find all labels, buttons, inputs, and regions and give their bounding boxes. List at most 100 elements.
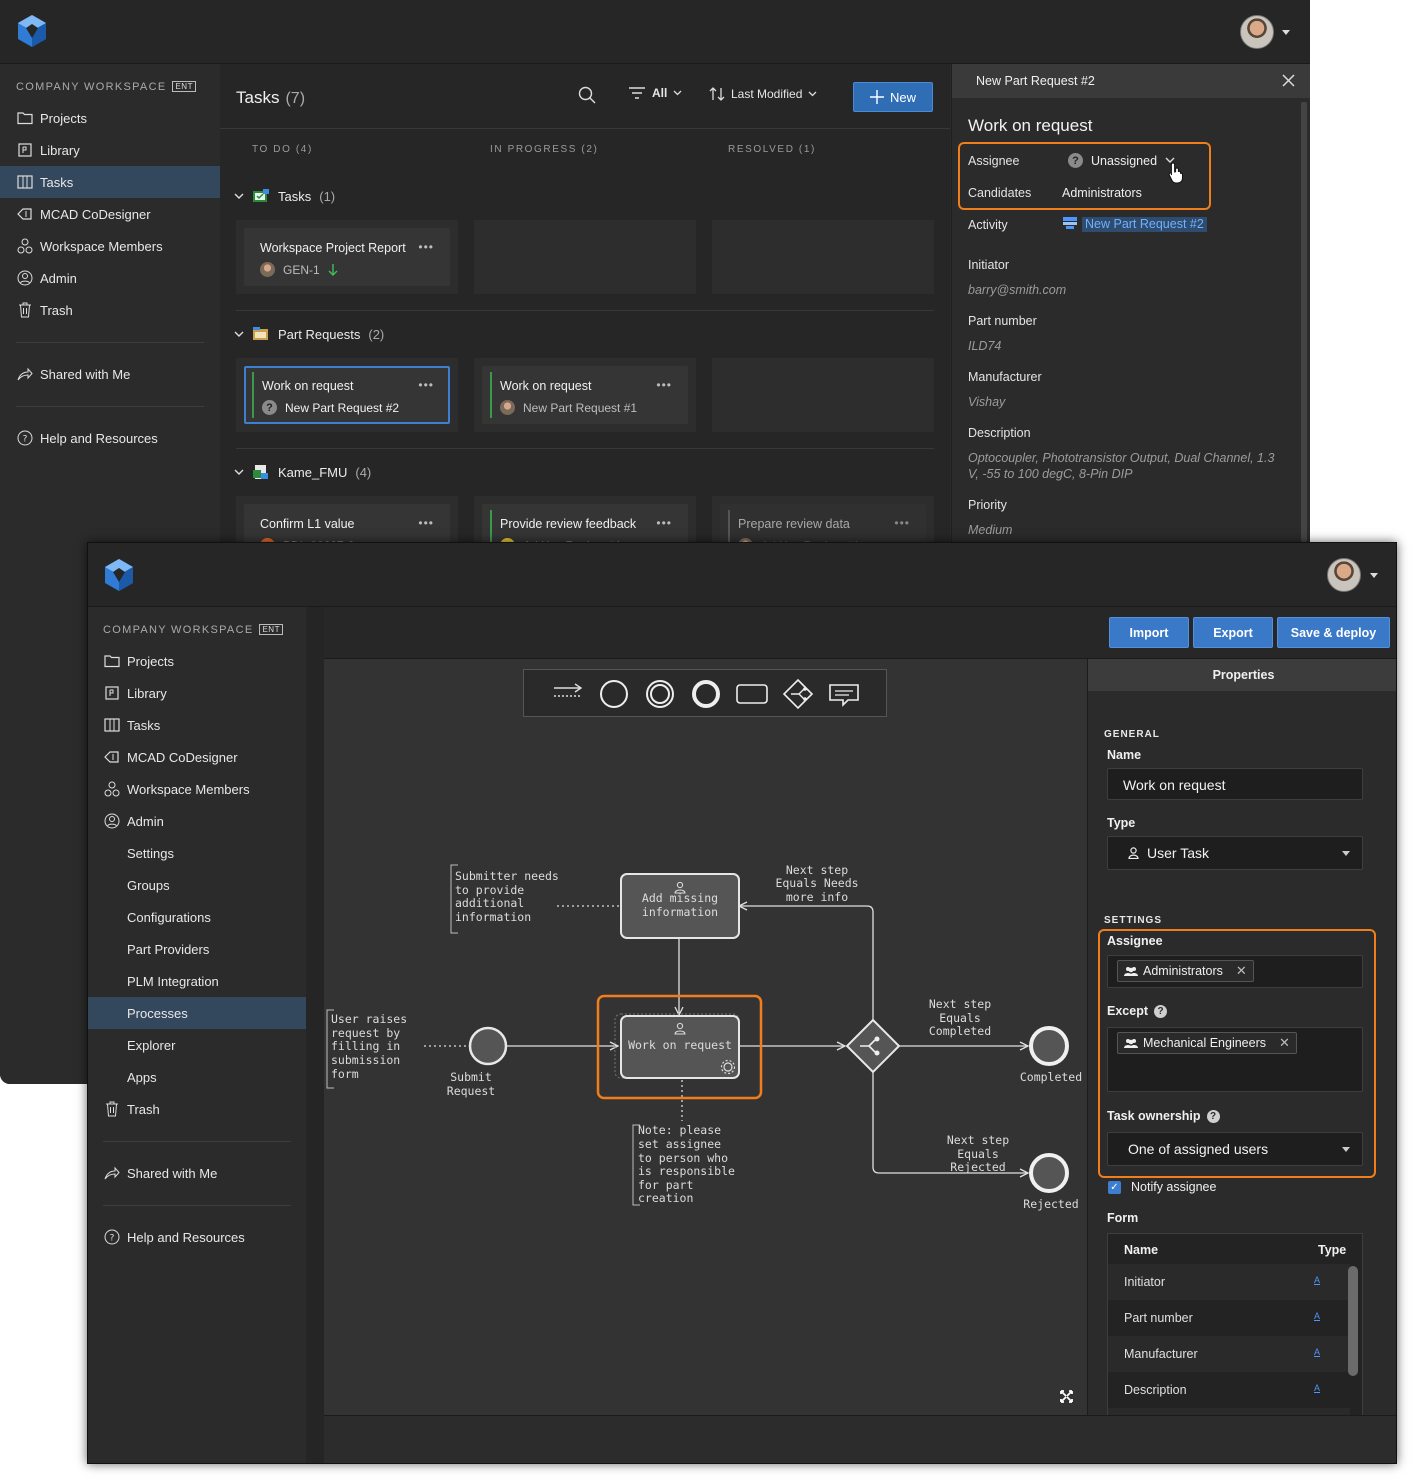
- annotation-text: Submitter needs: [455, 869, 559, 883]
- more-options-icon[interactable]: •••: [418, 516, 434, 530]
- event-label: Request: [447, 1084, 495, 1098]
- avatar: [500, 400, 515, 415]
- sequence-flow[interactable]: [872, 1072, 1028, 1173]
- start-event[interactable]: [468, 1026, 508, 1066]
- text-type-icon: A: [1314, 1311, 1321, 1321]
- sidebar-item-label: MCAD CoDesigner: [40, 206, 151, 222]
- sort-dropdown[interactable]: Last Modified: [709, 86, 817, 102]
- sidebar-item-library[interactable]: Library: [88, 677, 306, 709]
- sidebar-item-admin[interactable]: Admin: [88, 805, 306, 837]
- text-type-icon: A: [1314, 1275, 1321, 1285]
- checkbox-checked-icon[interactable]: ✓: [1108, 1180, 1121, 1194]
- initiator-value: barry@smith.com: [968, 283, 1067, 297]
- save-deploy-button[interactable]: Save & deploy: [1277, 617, 1390, 648]
- sidebar-item-plm-integration[interactable]: PLM Integration: [88, 965, 306, 997]
- account-menu-chevron-icon[interactable]: [1370, 573, 1378, 578]
- search-button[interactable]: [578, 86, 596, 104]
- sequence-flow[interactable]: [739, 906, 874, 1020]
- sidebar-item-admin[interactable]: Admin: [0, 262, 220, 294]
- column-header[interactable]: Name: [1124, 1243, 1158, 1257]
- sidebar-item-projects[interactable]: Projects: [0, 102, 220, 134]
- workspace-label: COMPANY WORKSPACE ENT: [103, 624, 283, 636]
- more-options-icon[interactable]: •••: [656, 378, 672, 392]
- column-header[interactable]: Type: [1318, 1243, 1346, 1257]
- field-name: Part number: [1124, 1311, 1193, 1325]
- group-kame-fmu-header[interactable]: Kame_FMU (4): [234, 464, 371, 480]
- highlight-box: [1098, 929, 1376, 1178]
- table-scrollbar[interactable]: [1348, 1266, 1358, 1376]
- task-card-selected[interactable]: Work on request ••• ? New Part Request #2: [244, 366, 450, 424]
- activity-link[interactable]: New Part Request #2: [1082, 217, 1207, 232]
- sidebar-item-library[interactable]: Library: [0, 134, 220, 166]
- sidebar-item-mcad-codesigner[interactable]: MCAD CoDesigner: [88, 741, 306, 773]
- scrollbar[interactable]: [1301, 102, 1307, 542]
- status-bar: [252, 372, 254, 418]
- sidebar-item-trash[interactable]: Trash: [0, 294, 220, 326]
- name-input[interactable]: Work on request: [1107, 768, 1363, 800]
- user-avatar[interactable]: [1327, 558, 1361, 592]
- task-card[interactable]: Work on request ••• New Part Request #1: [482, 366, 688, 424]
- sidebar-item-explorer[interactable]: Explorer: [88, 1029, 306, 1061]
- sidebar-item-groups[interactable]: Groups: [88, 869, 306, 901]
- type-select[interactable]: User Task: [1107, 836, 1363, 870]
- close-icon[interactable]: [1282, 74, 1295, 87]
- card-title: Work on request: [262, 379, 354, 393]
- sidebar-item-workspace-members[interactable]: Workspace Members: [0, 230, 220, 262]
- sidebar-item-apps[interactable]: Apps: [88, 1061, 306, 1093]
- sidebar-item-tasks[interactable]: Tasks: [88, 709, 306, 741]
- more-options-icon[interactable]: •••: [894, 516, 910, 530]
- task-card[interactable]: Workspace Project Report ••• GEN-1: [244, 228, 450, 286]
- sidebar-item-processes[interactable]: Processes: [88, 997, 306, 1029]
- sidebar-item-workspace-members[interactable]: Workspace Members: [88, 773, 306, 805]
- end-event-rejected[interactable]: [1029, 1153, 1069, 1193]
- sidebar-item-part-providers[interactable]: Part Providers: [88, 933, 306, 965]
- more-options-icon[interactable]: •••: [418, 378, 434, 392]
- sidebar-item-shared[interactable]: Shared with Me: [0, 358, 220, 390]
- export-button[interactable]: Export: [1193, 617, 1273, 648]
- notify-assignee-checkbox[interactable]: ✓ Notify assignee: [1108, 1180, 1216, 1194]
- project-group-icon: [253, 465, 268, 479]
- sidebar-item-tasks[interactable]: Tasks: [0, 166, 220, 198]
- flow-label: Next step: [929, 997, 991, 1011]
- table-row[interactable]: Initiator A: [1108, 1264, 1350, 1300]
- more-options-icon[interactable]: •••: [418, 240, 434, 254]
- sidebar-item-help[interactable]: ? Help and Resources: [0, 422, 220, 454]
- exclusive-gateway[interactable]: [845, 1018, 901, 1074]
- annotation-text: is responsible: [638, 1164, 735, 1178]
- sidebar-item-configurations[interactable]: Configurations: [88, 901, 306, 933]
- filter-dropdown[interactable]: All: [628, 86, 682, 100]
- annotation-text: Note: please: [638, 1123, 721, 1137]
- sidebar-item-shared[interactable]: Shared with Me: [88, 1157, 306, 1189]
- process-canvas[interactable]: Add missing information Work on request …: [324, 659, 1087, 1415]
- import-button[interactable]: Import: [1109, 617, 1189, 648]
- account-menu-chevron-icon[interactable]: [1282, 30, 1290, 35]
- table-row[interactable]: Description A: [1108, 1372, 1350, 1408]
- library-icon: [16, 141, 34, 159]
- manufacturer-label: Manufacturer: [968, 370, 1042, 384]
- detail-header: New Part Request #2: [952, 64, 1310, 98]
- annotation-text: filling in: [331, 1039, 400, 1053]
- group-tasks-header[interactable]: Tasks (1): [234, 188, 335, 204]
- app-logo-icon[interactable]: [103, 558, 135, 592]
- workspace-label: COMPANY WORKSPACE ENT: [16, 81, 196, 93]
- description-label: Description: [968, 426, 1031, 440]
- trash-icon: [103, 1100, 121, 1118]
- sidebar-item-mcad-codesigner[interactable]: MCAD CoDesigner: [0, 198, 220, 230]
- sidebar-item-settings[interactable]: Settings: [88, 837, 306, 869]
- column-inprogress-header: IN PROGRESS (2): [490, 144, 599, 155]
- table-row[interactable]: Part number A: [1108, 1300, 1350, 1336]
- table-row[interactable]: Manufacturer A: [1108, 1336, 1350, 1372]
- end-event-completed[interactable]: [1029, 1026, 1069, 1066]
- sort-icon: [709, 87, 725, 101]
- group-part-requests-header[interactable]: Part Requests (2): [234, 326, 384, 342]
- sort-value: Last Modified: [731, 87, 803, 101]
- sidebar-item-projects[interactable]: Projects: [88, 645, 306, 677]
- user-avatar[interactable]: [1240, 15, 1274, 49]
- annotation-text: submission: [331, 1053, 400, 1067]
- sidebar-item-help[interactable]: ? Help and Resources: [88, 1221, 306, 1253]
- fit-to-screen-icon[interactable]: [1060, 1390, 1073, 1403]
- app-logo-icon[interactable]: [16, 14, 48, 48]
- more-options-icon[interactable]: •••: [656, 516, 672, 530]
- sidebar-item-trash[interactable]: Trash: [88, 1093, 306, 1125]
- new-task-button[interactable]: New: [853, 82, 933, 112]
